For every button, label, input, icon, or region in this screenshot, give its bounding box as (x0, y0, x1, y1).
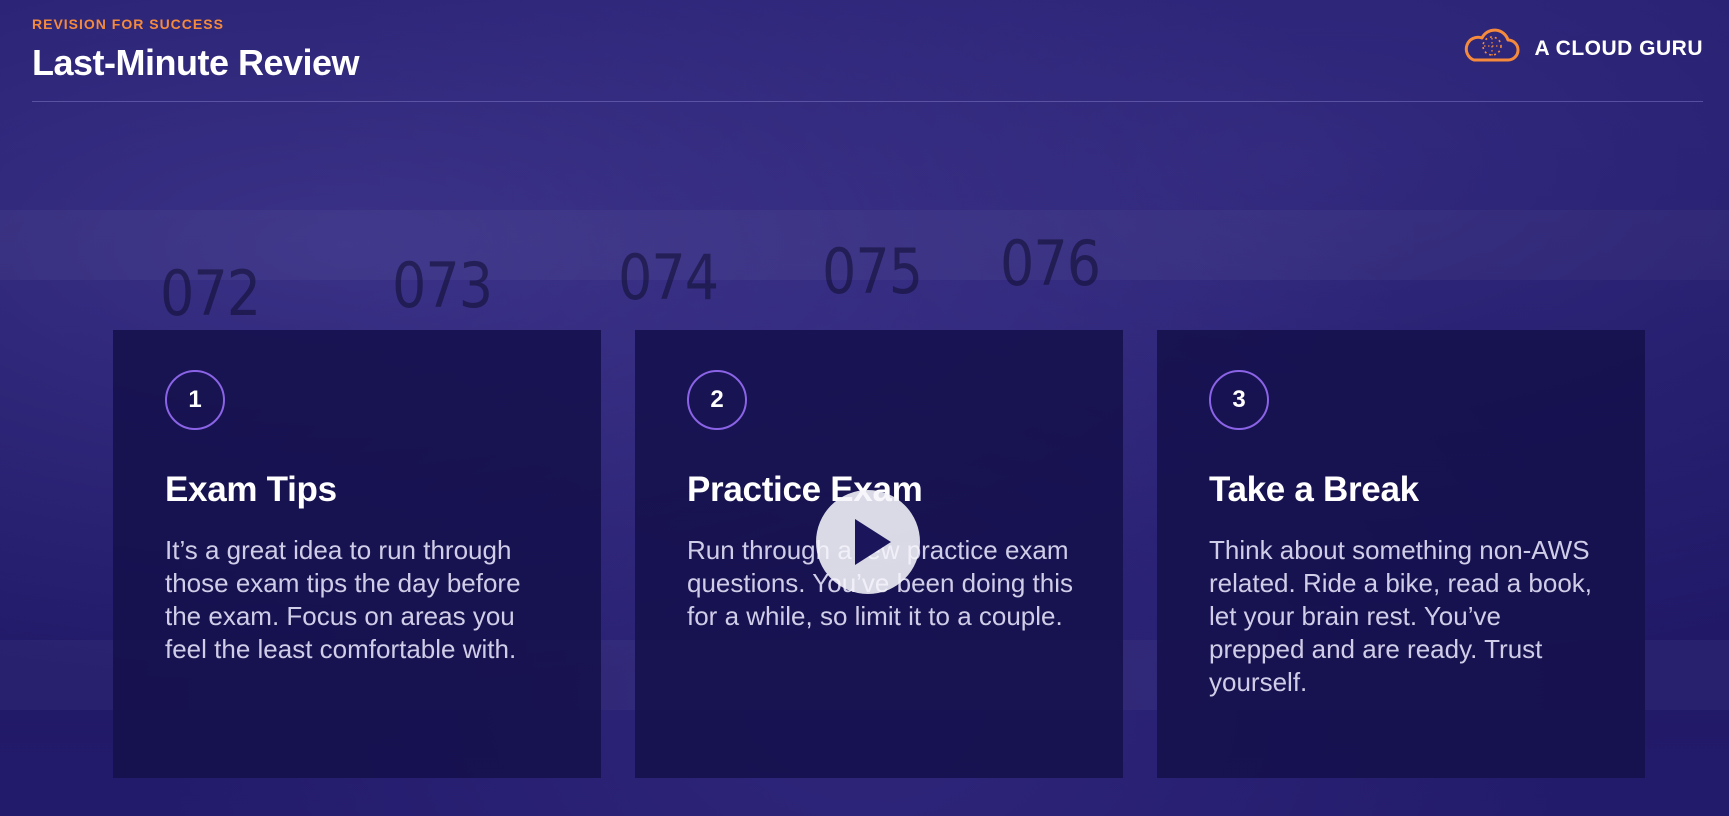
background-number: 075 (822, 235, 923, 308)
header-divider (32, 101, 1703, 102)
step-number-badge: 3 (1209, 370, 1269, 430)
page-title: Last-Minute Review (32, 42, 360, 83)
card-body: It’s a great idea to run through those e… (165, 535, 521, 664)
card-take-a-break: 3 Take a Break Think about something non… (1157, 330, 1645, 778)
section-eyebrow: REVISION FOR SUCCESS (32, 16, 224, 32)
card-title: Take a Break (1209, 470, 1419, 509)
play-button[interactable] (816, 490, 920, 594)
background-number: 076 (1000, 227, 1101, 300)
card-title: Practice Exam (687, 470, 923, 509)
step-number-badge: 2 (687, 370, 747, 430)
background-number: 072 (160, 257, 261, 330)
header: REVISION FOR SUCCESS Last-Minute Review (32, 16, 1703, 84)
brand-logo: A CLOUD GURU (1462, 28, 1703, 69)
background-number: 073 (392, 249, 493, 322)
card-title: Exam Tips (165, 470, 337, 509)
step-number-badge: 1 (165, 370, 225, 430)
play-icon (855, 519, 891, 565)
brand-name: A CLOUD GURU (1534, 36, 1703, 60)
background-number: 074 (618, 241, 719, 314)
card-body: Think about something non-AWS related. R… (1209, 535, 1593, 697)
cloud-logo-icon (1462, 28, 1520, 69)
card-exam-tips: 1 Exam Tips It’s a great idea to run thr… (113, 330, 601, 778)
